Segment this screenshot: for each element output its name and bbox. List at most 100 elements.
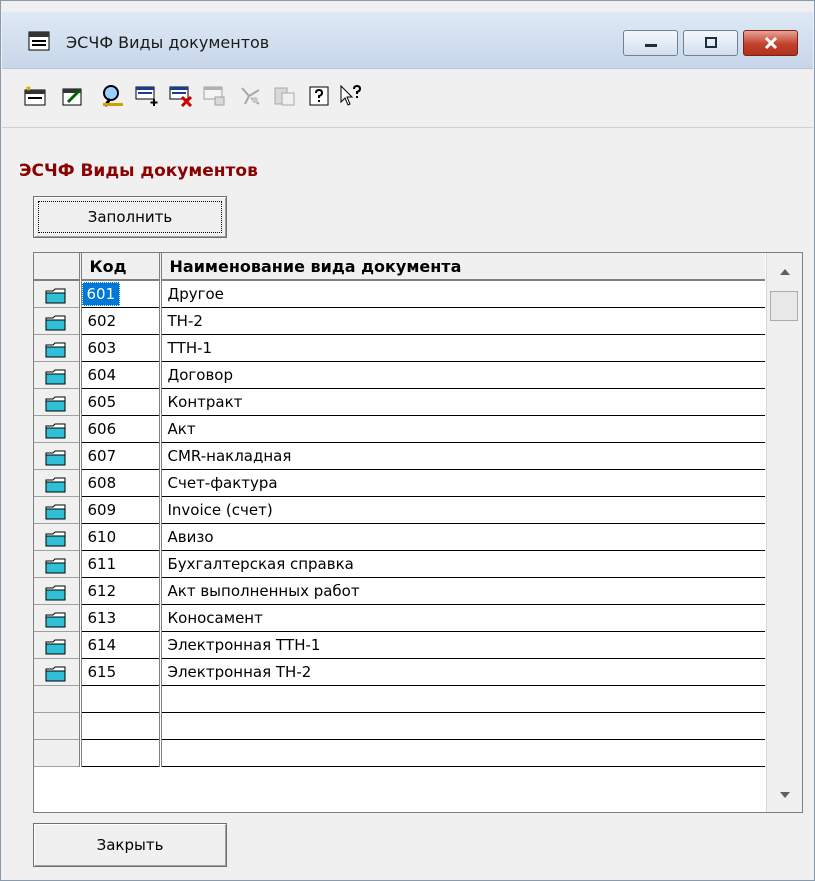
cell-code-text: 611 bbox=[87, 554, 117, 573]
scroll-up-button[interactable] bbox=[767, 259, 802, 285]
empty-row bbox=[34, 712, 765, 740]
table-row[interactable]: 612 Акт выполненных работ bbox=[34, 577, 765, 605]
row-indicator[interactable] bbox=[34, 361, 82, 389]
cell-name[interactable]: Другое bbox=[160, 280, 765, 308]
column-header-name[interactable]: Наименование вида документа bbox=[160, 253, 765, 281]
maximize-button[interactable] bbox=[683, 30, 738, 56]
cell-code-text: 610 bbox=[87, 527, 117, 546]
cell-code[interactable]: 612 bbox=[80, 577, 162, 605]
table-row[interactable]: 606 Акт bbox=[34, 415, 765, 443]
cell-name-text: Коносамент bbox=[167, 608, 263, 627]
fill-button[interactable]: Заполнить bbox=[33, 196, 227, 238]
cell-name-text: Договор bbox=[167, 365, 234, 384]
table-row[interactable]: 605 Контракт bbox=[34, 388, 765, 416]
empty-row bbox=[34, 739, 765, 767]
cell-code-text: 615 bbox=[87, 662, 117, 681]
find-icon[interactable] bbox=[98, 81, 128, 111]
table-row[interactable]: 615 Электронная ТН-2 bbox=[34, 658, 765, 686]
row-indicator[interactable] bbox=[34, 658, 82, 686]
title-bar[interactable]: ЭСЧФ Виды документов bbox=[2, 12, 813, 69]
cell-code bbox=[80, 685, 162, 713]
cell-code[interactable]: 602 bbox=[80, 307, 162, 335]
cell-code[interactable]: 610 bbox=[80, 523, 162, 551]
help-icon[interactable] bbox=[304, 81, 334, 111]
table-row[interactable]: 608 Счет-фактура bbox=[34, 469, 765, 497]
cell-name[interactable]: ТТН-1 bbox=[160, 334, 765, 362]
cell-name[interactable]: Авизо bbox=[160, 523, 765, 551]
cell-name[interactable]: Акт bbox=[160, 415, 765, 443]
cell-code-text: 609 bbox=[87, 500, 117, 519]
cell-name bbox=[160, 712, 765, 740]
row-indicator[interactable] bbox=[34, 334, 82, 362]
row-indicator[interactable] bbox=[34, 523, 82, 551]
cell-name[interactable]: Электронная ТТН-1 bbox=[160, 631, 765, 659]
cell-code-text: 602 bbox=[87, 311, 117, 330]
table-row[interactable]: 601 Другое bbox=[34, 280, 765, 308]
app-icon bbox=[28, 31, 50, 51]
context-help-icon[interactable] bbox=[336, 81, 366, 111]
cell-name[interactable]: Электронная ТН-2 bbox=[160, 658, 765, 686]
cell-code-text: 606 bbox=[87, 419, 117, 438]
cell-name[interactable]: Коносамент bbox=[160, 604, 765, 632]
delete-row-icon[interactable] bbox=[166, 81, 196, 111]
close-window-button[interactable] bbox=[743, 30, 798, 56]
cell-name[interactable]: Счет-фактура bbox=[160, 469, 765, 497]
cell-name[interactable]: Бухгалтерская справка bbox=[160, 550, 765, 578]
cell-name[interactable]: ТН-2 bbox=[160, 307, 765, 335]
cell-code[interactable]: 605 bbox=[80, 388, 162, 416]
selected-cell[interactable]: 601 bbox=[81, 281, 121, 306]
scroll-thumb[interactable] bbox=[770, 291, 798, 321]
cell-code[interactable]: 603 bbox=[80, 334, 162, 362]
row-indicator[interactable] bbox=[34, 496, 82, 524]
row-indicator[interactable] bbox=[34, 577, 82, 605]
close-button[interactable]: Закрыть bbox=[33, 823, 227, 867]
cell-code[interactable]: 613 bbox=[80, 604, 162, 632]
column-header-code[interactable]: Код bbox=[80, 253, 162, 281]
row-indicator[interactable] bbox=[34, 442, 82, 470]
row-indicator[interactable] bbox=[34, 604, 82, 632]
row-indicator[interactable] bbox=[34, 280, 82, 308]
cell-code bbox=[80, 712, 162, 740]
scroll-down-button[interactable] bbox=[767, 782, 802, 808]
row-indicator[interactable] bbox=[34, 469, 82, 497]
table-row[interactable]: 610 Авизо bbox=[34, 523, 765, 551]
maximize-icon bbox=[704, 37, 717, 48]
table-row[interactable]: 603 ТТН-1 bbox=[34, 334, 765, 362]
cell-code[interactable]: 607 bbox=[80, 442, 162, 470]
table-row[interactable]: 614 Электронная ТТН-1 bbox=[34, 631, 765, 659]
cell-name[interactable]: CMR-накладная bbox=[160, 442, 765, 470]
cell-name[interactable]: Акт выполненных работ bbox=[160, 577, 765, 605]
table-row[interactable]: 609 Invoice (счет) bbox=[34, 496, 765, 524]
table-row[interactable]: 607 CMR-накладная bbox=[34, 442, 765, 470]
document-types-grid[interactable]: Код Наименование вида документа 601 Друго… bbox=[33, 252, 803, 813]
cell-code[interactable]: 601 bbox=[80, 280, 162, 308]
row-indicator[interactable] bbox=[34, 550, 82, 578]
edit-record-icon[interactable] bbox=[58, 81, 88, 111]
folder-icon bbox=[45, 477, 66, 493]
add-row-icon[interactable] bbox=[132, 81, 162, 111]
row-indicator[interactable] bbox=[34, 388, 82, 416]
cell-code[interactable]: 604 bbox=[80, 361, 162, 389]
empty-row bbox=[34, 685, 765, 713]
row-indicator[interactable] bbox=[34, 307, 82, 335]
row-indicator[interactable] bbox=[34, 631, 82, 659]
cell-code[interactable]: 615 bbox=[80, 658, 162, 686]
cell-code[interactable]: 614 bbox=[80, 631, 162, 659]
cell-code[interactable]: 606 bbox=[80, 415, 162, 443]
cell-name[interactable]: Договор bbox=[160, 361, 765, 389]
cell-code[interactable]: 611 bbox=[80, 550, 162, 578]
vertical-scrollbar[interactable] bbox=[766, 253, 802, 812]
new-record-icon[interactable] bbox=[20, 81, 50, 111]
row-indicator[interactable] bbox=[34, 415, 82, 443]
folder-icon bbox=[45, 396, 66, 412]
table-row[interactable]: 604 Договор bbox=[34, 361, 765, 389]
cell-name[interactable]: Контракт bbox=[160, 388, 765, 416]
table-row[interactable]: 611 Бухгалтерская справка bbox=[34, 550, 765, 578]
cell-code[interactable]: 609 bbox=[80, 496, 162, 524]
minimize-button[interactable] bbox=[623, 30, 678, 56]
cell-name-text: Электронная ТТН-1 bbox=[167, 635, 321, 654]
table-row[interactable]: 613 Коносамент bbox=[34, 604, 765, 632]
cell-name[interactable]: Invoice (счет) bbox=[160, 496, 765, 524]
table-row[interactable]: 602 ТН-2 bbox=[34, 307, 765, 335]
cell-code[interactable]: 608 bbox=[80, 469, 162, 497]
